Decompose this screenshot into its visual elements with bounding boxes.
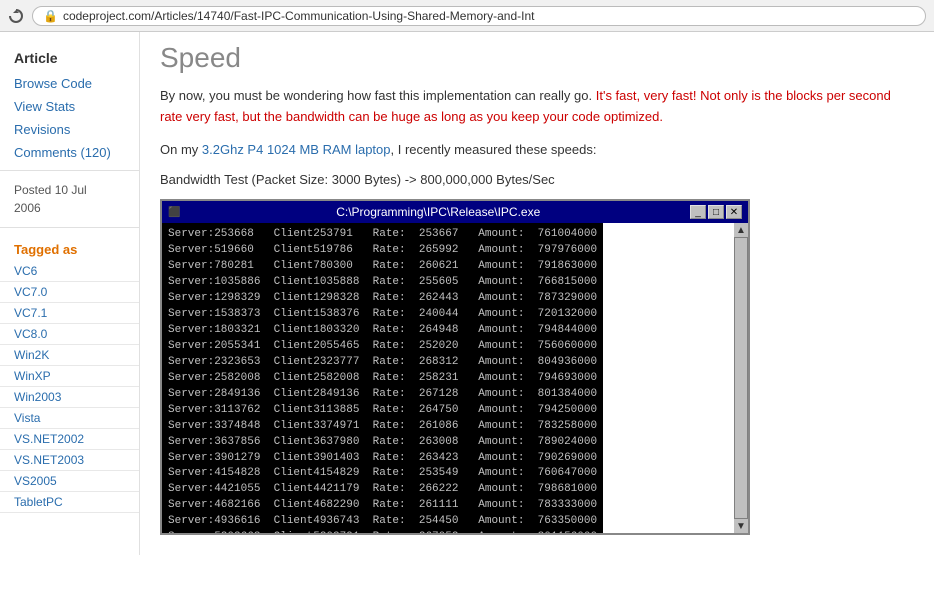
- tag-vsnet2002[interactable]: VS.NET2002: [0, 429, 139, 450]
- lock-icon: 🔒: [43, 9, 58, 23]
- console-titlebar: ⬛ C:\Programming\IPC\Release\IPC.exe _ □…: [162, 201, 748, 223]
- console-scrollbar[interactable]: ▲ ▼: [734, 223, 748, 533]
- sidebar-link-comments[interactable]: Comments (120): [0, 141, 139, 164]
- page-layout: Article Browse Code View Stats Revisions…: [0, 32, 934, 555]
- console-maximize-btn[interactable]: □: [708, 205, 724, 219]
- tag-win2k[interactable]: Win2K: [0, 345, 139, 366]
- tag-vc70[interactable]: VC7.0: [0, 282, 139, 303]
- console-window: ⬛ C:\Programming\IPC\Release\IPC.exe _ □…: [160, 199, 750, 535]
- browser-bar: 🔒 codeproject.com/Articles/14740/Fast-IP…: [0, 0, 934, 32]
- measured-paragraph: On my 3.2Ghz P4 1024 MB RAM laptop, I re…: [160, 140, 914, 161]
- tag-vc71[interactable]: VC7.1: [0, 303, 139, 324]
- sidebar-divider: [0, 170, 139, 171]
- section-title: Speed: [160, 42, 914, 74]
- console-body: Server:253668 Client253791 Rate: 253667 …: [162, 223, 603, 533]
- console-close-btn[interactable]: ✕: [726, 205, 742, 219]
- tag-vc80[interactable]: VC8.0: [0, 324, 139, 345]
- sidebar-link-revisions[interactable]: Revisions: [0, 118, 139, 141]
- sidebar: Article Browse Code View Stats Revisions…: [0, 32, 140, 555]
- main-content: Speed By now, you must be wondering how …: [140, 32, 934, 555]
- laptop-link[interactable]: 3.2Ghz P4 1024 MB RAM laptop: [202, 142, 391, 157]
- tag-tabletpc[interactable]: TabletPC: [0, 492, 139, 513]
- tag-win2003[interactable]: Win2003: [0, 387, 139, 408]
- tag-winxp[interactable]: WinXP: [0, 366, 139, 387]
- refresh-icon[interactable]: [8, 8, 24, 24]
- posted-text: Posted 10 Jul 2006: [0, 177, 139, 221]
- url-text: codeproject.com/Articles/14740/Fast-IPC-…: [63, 9, 535, 23]
- scrollbar-thumb[interactable]: [735, 238, 747, 518]
- sidebar-link-view-stats[interactable]: View Stats: [0, 95, 139, 118]
- console-title: C:\Programming\IPC\Release\IPC.exe: [336, 205, 540, 219]
- tag-vsnet2003[interactable]: VS.NET2003: [0, 450, 139, 471]
- console-minimize-btn[interactable]: _: [690, 205, 706, 219]
- tag-vs2005[interactable]: VS2005: [0, 471, 139, 492]
- tag-vista[interactable]: Vista: [0, 408, 139, 429]
- scrollbar-up-btn[interactable]: ▲: [734, 223, 748, 237]
- sidebar-link-browse-code[interactable]: Browse Code: [0, 72, 139, 95]
- sidebar-divider-2: [0, 227, 139, 228]
- tag-vc6[interactable]: VC6: [0, 261, 139, 282]
- console-icon: ⬛: [168, 207, 180, 218]
- bandwidth-text: Bandwidth Test (Packet Size: 3000 Bytes)…: [160, 172, 914, 187]
- scrollbar-down-btn[interactable]: ▼: [734, 519, 748, 533]
- url-bar[interactable]: 🔒 codeproject.com/Articles/14740/Fast-IP…: [32, 6, 926, 26]
- intro-paragraph: By now, you must be wondering how fast t…: [160, 86, 914, 128]
- console-buttons: _ □ ✕: [690, 205, 742, 219]
- console-body-wrapper: Server:253668 Client253791 Rate: 253667 …: [162, 223, 748, 533]
- highlight-fast: It's fast, very fast! Not only is the bl…: [160, 88, 891, 124]
- tagged-as-title: Tagged as: [0, 234, 139, 261]
- sidebar-article-title: Article: [0, 42, 139, 72]
